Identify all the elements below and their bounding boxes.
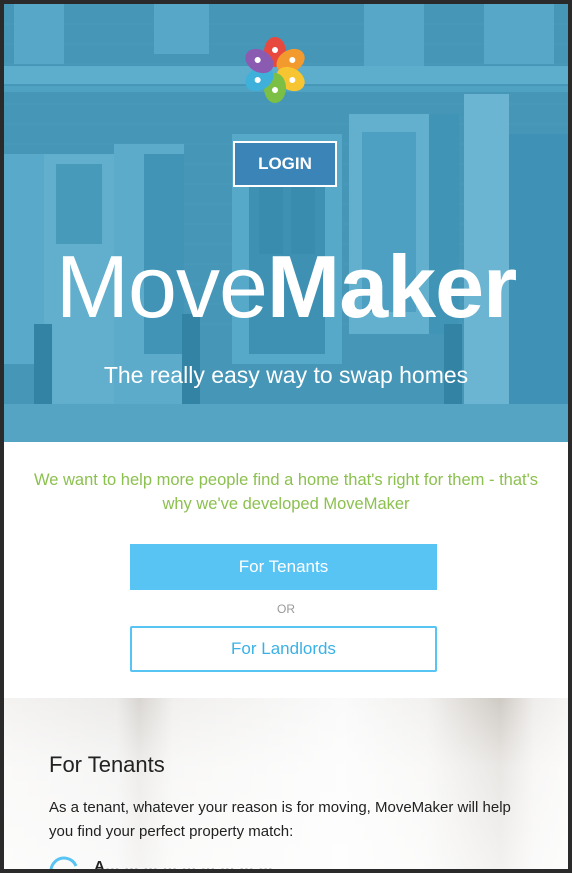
brand-wordmark-light: Move	[55, 237, 268, 336]
check-circle-icon	[49, 856, 78, 869]
or-divider: OR	[277, 602, 295, 616]
brand-wordmark-bold: Maker	[266, 237, 517, 336]
brand-wordmark: MoveMaker	[4, 232, 568, 342]
tenants-section: For Tenants As a tenant, whatever your r…	[4, 698, 568, 869]
hero-tagline: The really easy way to swap homes	[103, 362, 469, 388]
page-frame: LOGIN MoveMaker The really easy way to s…	[4, 4, 568, 869]
login-button[interactable]: LOGIN	[233, 141, 337, 187]
for-tenants-button[interactable]: For Tenants	[130, 544, 437, 590]
tenants-section-text: As a tenant, whatever your reason is for…	[49, 799, 511, 840]
intro-text: We want to help more people find a home …	[33, 471, 538, 513]
hero-banner: LOGIN MoveMaker The really easy way to s…	[4, 4, 568, 442]
tenants-feature-item-partial: A… … … … … … … … …	[94, 858, 274, 869]
tenants-section-title: For Tenants	[49, 752, 165, 777]
for-landlords-button[interactable]: For Landlords	[130, 626, 437, 672]
movemaker-logo-icon	[245, 37, 305, 103]
